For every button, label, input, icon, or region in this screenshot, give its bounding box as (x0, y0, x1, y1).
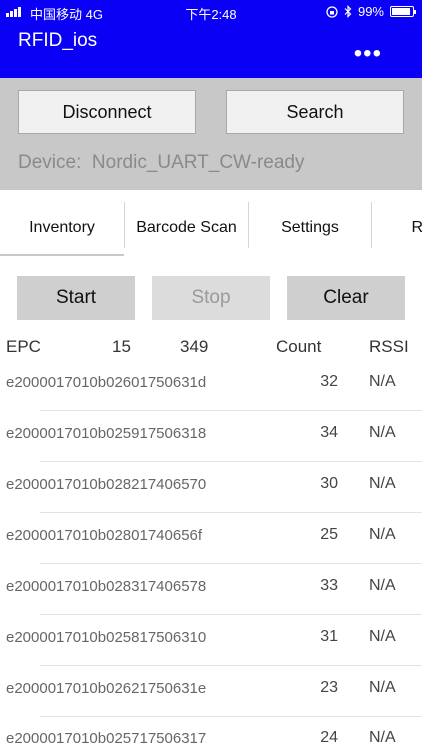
rssi-value: N/A (369, 679, 396, 696)
table-row[interactable]: e2000017010b02801740656f 25 N/A (0, 513, 422, 564)
device-status: Device: Nordic_UART_CW-ready (18, 152, 305, 174)
rssi-value: N/A (369, 373, 396, 390)
table-row[interactable]: e2000017010b025817506310 31 N/A (0, 615, 422, 666)
navigation-bar: RFID_ios ••• (0, 24, 422, 78)
count-value: 33 (320, 577, 338, 594)
clear-button[interactable]: Clear (287, 276, 405, 320)
epc-value: e2000017010b028217406570 (6, 476, 207, 493)
epc-value: e2000017010b02601750631d (6, 374, 207, 391)
tab-settings[interactable]: Settings (249, 200, 371, 256)
epc-column-header: EPC (6, 337, 41, 356)
count-value: 25 (320, 526, 338, 543)
rssi-value: N/A (369, 526, 396, 543)
more-options-icon[interactable]: ••• (354, 42, 382, 66)
table-row[interactable]: e2000017010b025717506317 24 N/A (0, 716, 422, 750)
device-label: Device: (18, 152, 82, 173)
table-row[interactable]: e2000017010b025917506318 34 N/A (0, 411, 422, 462)
rssi-value: N/A (369, 729, 396, 746)
epc-value: e2000017010b025717506317 (6, 730, 207, 747)
status-bar: 中国移动 4G 下午2:48 99% (0, 0, 422, 24)
status-right-group: 99% (326, 4, 416, 19)
disconnect-button[interactable]: Disconnect (18, 90, 196, 134)
rssi-value: N/A (369, 577, 396, 594)
epc-value: e2000017010b025917506318 (6, 425, 207, 442)
rssi-column-header: RSSI (369, 337, 409, 356)
start-button[interactable]: Start (17, 276, 135, 320)
tab-partial-label: R (411, 219, 422, 236)
count-column-header: Count (276, 337, 322, 356)
table-row[interactable]: e2000017010b028317406578 33 N/A (0, 564, 422, 615)
app-title: RFID_ios (18, 30, 98, 51)
table-row[interactable]: e2000017010b028217406570 30 N/A (0, 462, 422, 513)
count-value: 30 (320, 475, 338, 492)
connection-panel: Disconnect Search Device: Nordic_UART_CW… (0, 78, 422, 190)
tab-bar: Inventory Barcode Scan Settings R (0, 200, 422, 258)
selected-tab-indicator (0, 254, 124, 256)
bluetooth-icon (344, 5, 352, 18)
rssi-value: N/A (369, 424, 396, 441)
device-name: Nordic_UART_CW-ready (91, 152, 305, 173)
search-button[interactable]: Search (226, 90, 404, 134)
table-row[interactable]: e2000017010b02621750631e 23 N/A (0, 666, 422, 717)
battery-percent: 99% (357, 4, 384, 19)
count-value: 24 (320, 729, 338, 746)
tab-barcode-scan[interactable]: Barcode Scan (125, 200, 248, 256)
lock-rotation-icon (326, 5, 338, 18)
rssi-value: N/A (369, 475, 396, 492)
battery-icon (390, 6, 416, 17)
epc-value: e2000017010b02621750631e (6, 680, 207, 697)
total-read-count: 349 (180, 337, 209, 356)
stop-button[interactable]: Stop (152, 276, 270, 320)
tab-inventory[interactable]: Inventory (0, 200, 124, 256)
tab-partial[interactable]: R (372, 200, 422, 256)
rssi-value: N/A (369, 628, 396, 645)
count-value: 34 (320, 424, 338, 441)
count-value: 23 (320, 679, 338, 696)
count-value: 31 (320, 628, 338, 645)
count-value: 32 (320, 373, 338, 390)
table-row[interactable]: e2000017010b02601750631d 32 N/A (0, 360, 422, 411)
epc-value: e2000017010b02801740656f (6, 527, 203, 544)
epc-value: e2000017010b025817506310 (6, 629, 207, 646)
epc-value: e2000017010b028317406578 (6, 578, 207, 595)
unique-tag-count: 15 (112, 337, 131, 356)
